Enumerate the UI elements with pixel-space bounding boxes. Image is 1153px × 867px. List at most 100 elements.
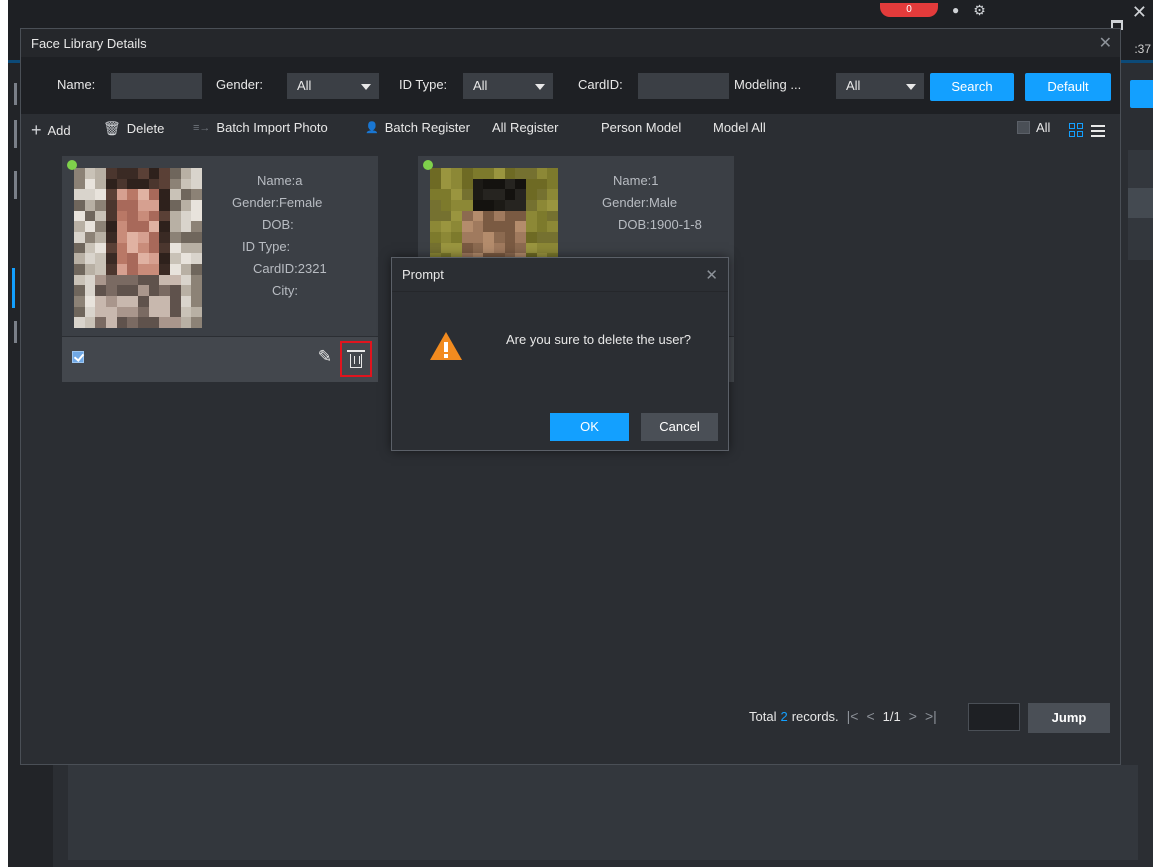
person-model-button[interactable]: Person Model (601, 120, 681, 135)
close-icon[interactable]: ✕ (1099, 33, 1112, 53)
settings-icon[interactable]: ⚙ (973, 2, 986, 19)
model-all-label: Model All (713, 120, 766, 135)
user-register-icon: 👤 (365, 122, 379, 134)
prompt-message: Are you sure to delete the user? (506, 332, 692, 347)
sidebar-mark[interactable] (14, 120, 17, 148)
person-card-actions: ✎ (62, 336, 378, 382)
dialog-titlebar: Face Library Details ✕ (21, 29, 1120, 57)
all-register-button[interactable]: All Register (492, 120, 558, 135)
modeling-select-value: All (846, 78, 861, 93)
person-gender: Gender:Female (232, 195, 323, 210)
sidebar-mark[interactable] (14, 171, 17, 199)
trash-icon: 🗑 (103, 120, 121, 136)
online-status-dot (423, 160, 433, 170)
person-info: Name:a Gender:Female DOB: ID Type: CardI… (212, 170, 372, 302)
import-icon: ≡→ (193, 121, 211, 134)
person-id-type: ID Type: (242, 239, 291, 254)
grid-view-button[interactable] (1069, 123, 1083, 137)
toolbar: + Add 🗑 Delete ≡→ Batch Import Photo 👤 B… (21, 114, 1120, 146)
batch-import-photo-button[interactable]: ≡→ Batch Import Photo (193, 120, 328, 135)
page-indicator: 1/1 (882, 708, 901, 724)
close-icon[interactable]: ✕ (705, 266, 718, 284)
batch-import-photo-label: Batch Import Photo (216, 120, 328, 135)
alarm-badge[interactable]: 0 (880, 3, 938, 17)
person-gender: Gender:Male (602, 195, 678, 210)
batch-register-label: Batch Register (384, 120, 470, 135)
last-page-icon[interactable]: >| (925, 708, 937, 724)
select-all-toggle[interactable]: All (1017, 120, 1050, 135)
chevron-down-icon (361, 84, 371, 90)
person-name: Name:1 (613, 173, 659, 188)
person-dob: DOB:1900-1-8 (618, 217, 702, 232)
person-city: City: (272, 283, 298, 298)
prev-page-icon[interactable]: < (866, 708, 874, 724)
all-register-label: All Register (492, 120, 559, 135)
delete-label: Delete (126, 121, 165, 136)
trash-icon (347, 349, 365, 368)
id-type-select[interactable]: All (463, 73, 553, 99)
background-content-area (68, 765, 1138, 860)
prompt-title: Prompt (402, 267, 444, 282)
person-info: Name:1 Gender:Male DOB:1900-1-8 (568, 170, 728, 236)
select-all-checkbox[interactable] (1017, 121, 1030, 134)
cancel-button[interactable]: Cancel (641, 413, 718, 441)
add-label: Add (47, 123, 71, 138)
list-view-button[interactable] (1091, 125, 1105, 137)
app-close-icon[interactable]: ✕ (1132, 2, 1147, 23)
search-button[interactable]: Search (930, 73, 1014, 101)
card-id-input[interactable] (638, 73, 729, 99)
jump-button[interactable]: Jump (1028, 703, 1110, 733)
name-input[interactable] (111, 73, 202, 99)
gender-label: Gender: (216, 77, 263, 92)
warning-exclamation (443, 342, 449, 358)
grid-view-icon (1069, 123, 1083, 137)
person-card-id: CardID:2321 (253, 261, 327, 276)
sidebar-selected-mark[interactable] (12, 268, 15, 308)
add-button[interactable]: + Add (31, 120, 71, 141)
person-card[interactable]: Name:a Gender:Female DOB: ID Type: CardI… (62, 156, 378, 382)
person-model-label: Person Model (601, 120, 682, 135)
person-name: Name:a (257, 173, 303, 188)
clock-text: :37 (1134, 42, 1151, 56)
dialog-title: Face Library Details (31, 35, 147, 51)
delete-button[interactable]: 🗑 Delete (103, 120, 164, 137)
ok-button[interactable]: OK (550, 413, 629, 441)
delete-person-button[interactable] (340, 341, 372, 377)
online-status-dot (67, 160, 77, 170)
gender-select-value: All (297, 78, 312, 93)
list-view-icon (1091, 125, 1105, 137)
person-card-body: Name:a Gender:Female DOB: ID Type: CardI… (62, 156, 378, 336)
total-prefix: Total (749, 708, 777, 724)
id-type-select-value: All (473, 78, 488, 93)
user-icon[interactable]: ● (952, 3, 959, 17)
jump-page-input[interactable] (968, 703, 1020, 731)
model-all-button[interactable]: Model All (713, 120, 766, 135)
select-all-label: All (1036, 120, 1051, 135)
first-page-icon[interactable]: |< (847, 708, 859, 724)
person-photo (74, 168, 202, 328)
total-suffix: records. (791, 708, 839, 724)
person-dob: DOB: (262, 217, 294, 232)
background-blue-button[interactable] (1130, 80, 1153, 108)
chevron-down-icon (906, 84, 916, 90)
sidebar-mark[interactable] (14, 321, 17, 343)
chevron-down-icon (535, 84, 545, 90)
prompt-dialog: Prompt ✕ Are you sure to delete the user… (391, 257, 729, 451)
modeling-select[interactable]: All (836, 73, 924, 99)
background-right-panel (1128, 150, 1153, 260)
edit-icon[interactable]: ✎ (318, 347, 332, 367)
card-id-label: CardID: (578, 77, 623, 92)
sidebar-mark[interactable] (14, 83, 17, 105)
filter-bar: Name: Gender: All ID Type: All CardID: M… (21, 57, 1120, 114)
person-select-checkbox[interactable] (72, 351, 84, 363)
default-button[interactable]: Default (1025, 73, 1111, 101)
gender-select[interactable]: All (287, 73, 379, 99)
prompt-titlebar: Prompt ✕ (392, 258, 728, 292)
next-page-icon[interactable]: > (909, 708, 917, 724)
batch-register-button[interactable]: 👤 Batch Register (365, 120, 470, 135)
alarm-badge-count: 0 (906, 4, 912, 15)
id-type-label: ID Type: (399, 77, 448, 92)
pagination: Total 2 records. |< < 1/1 > >| (749, 701, 937, 731)
name-label: Name: (57, 77, 96, 92)
modeling-label: Modeling ... (734, 77, 802, 92)
